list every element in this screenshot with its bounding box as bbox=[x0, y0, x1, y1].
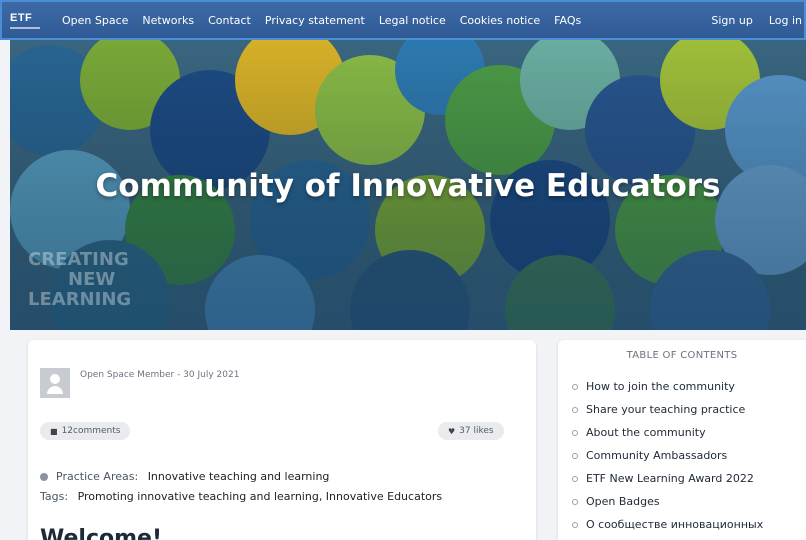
comment-icon: ■ bbox=[50, 426, 58, 436]
toc-item[interactable]: About the community bbox=[572, 426, 763, 449]
likes-count: 37 likes bbox=[459, 426, 494, 436]
login-link[interactable]: Log in bbox=[769, 14, 802, 27]
toc-item-label: How to join the community bbox=[586, 380, 735, 393]
tags-label: Tags: bbox=[40, 490, 69, 503]
avatar-head bbox=[50, 374, 60, 384]
bullet-icon bbox=[572, 384, 578, 390]
nav-link-faqs[interactable]: FAQs bbox=[554, 14, 581, 27]
signup-link[interactable]: Sign up bbox=[711, 14, 752, 27]
comments-count: 12comments bbox=[61, 426, 121, 436]
overlay-line: NEW bbox=[68, 269, 116, 290]
bullet-icon bbox=[572, 476, 578, 482]
toc-item[interactable]: How to join the community bbox=[572, 380, 763, 403]
post-heading: Welcome! bbox=[40, 526, 162, 540]
toc-card: TABLE OF CONTENTS How to join the commun… bbox=[558, 340, 806, 540]
toc-item[interactable]: Share your teaching practice bbox=[572, 403, 763, 426]
post-card: Open Space Member - 30 July 2021 ■ 12com… bbox=[28, 340, 536, 540]
bullet-icon bbox=[572, 453, 578, 459]
hero-banner: CREATING NEW LEARNING Community of Innov… bbox=[10, 40, 806, 330]
heart-icon: ♥ bbox=[448, 426, 456, 436]
page-title: Community of Innovative Educators bbox=[95, 168, 721, 204]
overlay-line: CREATING bbox=[28, 249, 129, 270]
avatar-body bbox=[47, 386, 63, 394]
toc-title: TABLE OF CONTENTS bbox=[626, 350, 738, 361]
practice-areas-row: Practice Areas: Innovative teaching and … bbox=[40, 470, 329, 483]
toc-item-label: ETF New Learning Award 2022 bbox=[586, 472, 754, 485]
author-meta: Open Space Member - 30 July 2021 bbox=[80, 370, 240, 380]
overlay-line: LEARNING bbox=[28, 289, 132, 310]
toc-list: How to join the community Share your tea… bbox=[572, 380, 763, 540]
nav-links: Open Space Networks Contact Privacy stat… bbox=[62, 14, 595, 27]
logo-subline bbox=[10, 26, 40, 29]
avatar[interactable] bbox=[40, 368, 70, 398]
practice-dot-icon bbox=[40, 473, 48, 481]
creating-new-learning-overlay: CREATING NEW LEARNING bbox=[28, 250, 131, 310]
toc-item[interactable]: Open Badges bbox=[572, 495, 763, 518]
etf-logo[interactable]: ETF bbox=[2, 2, 52, 38]
toc-item[interactable]: Community Ambassadors bbox=[572, 449, 763, 472]
bullet-icon bbox=[572, 522, 578, 528]
practice-area-link[interactable]: Innovative teaching and learning bbox=[148, 470, 330, 483]
toc-item[interactable]: О сообществе инновационных bbox=[572, 518, 763, 540]
nav-link-contact[interactable]: Contact bbox=[208, 14, 251, 27]
practice-label: Practice Areas: bbox=[56, 470, 139, 483]
logo-text: ETF bbox=[10, 11, 33, 24]
bullet-icon bbox=[572, 499, 578, 505]
bullet-icon bbox=[572, 430, 578, 436]
toc-item-label: Share your teaching practice bbox=[586, 403, 746, 416]
post-author: Open Space Member - 30 July 2021 bbox=[40, 368, 239, 398]
bullet-icon bbox=[572, 407, 578, 413]
tags-row: Tags: Promoting innovative teaching and … bbox=[40, 490, 442, 503]
nav-link-privacy[interactable]: Privacy statement bbox=[265, 14, 365, 27]
toc-item-label: Open Badges bbox=[586, 495, 660, 508]
toc-item-label: О сообществе инновационных bbox=[586, 518, 764, 531]
nav-link-open-space[interactable]: Open Space bbox=[62, 14, 128, 27]
auth-links: Sign up Log in bbox=[695, 14, 804, 27]
toc-item-label: About the community bbox=[586, 426, 706, 439]
toc-item[interactable]: ETF New Learning Award 2022 bbox=[572, 472, 763, 495]
tags-links[interactable]: Promoting innovative teaching and learni… bbox=[78, 490, 443, 503]
likes-button[interactable]: ♥ 37 likes bbox=[438, 422, 504, 440]
nav-link-cookies[interactable]: Cookies notice bbox=[460, 14, 540, 27]
top-navbar: ETF Open Space Networks Contact Privacy … bbox=[0, 0, 806, 40]
nav-link-legal[interactable]: Legal notice bbox=[379, 14, 446, 27]
comments-button[interactable]: ■ 12comments bbox=[40, 422, 131, 440]
toc-item-label: Community Ambassadors bbox=[586, 449, 728, 462]
nav-link-networks[interactable]: Networks bbox=[142, 14, 194, 27]
